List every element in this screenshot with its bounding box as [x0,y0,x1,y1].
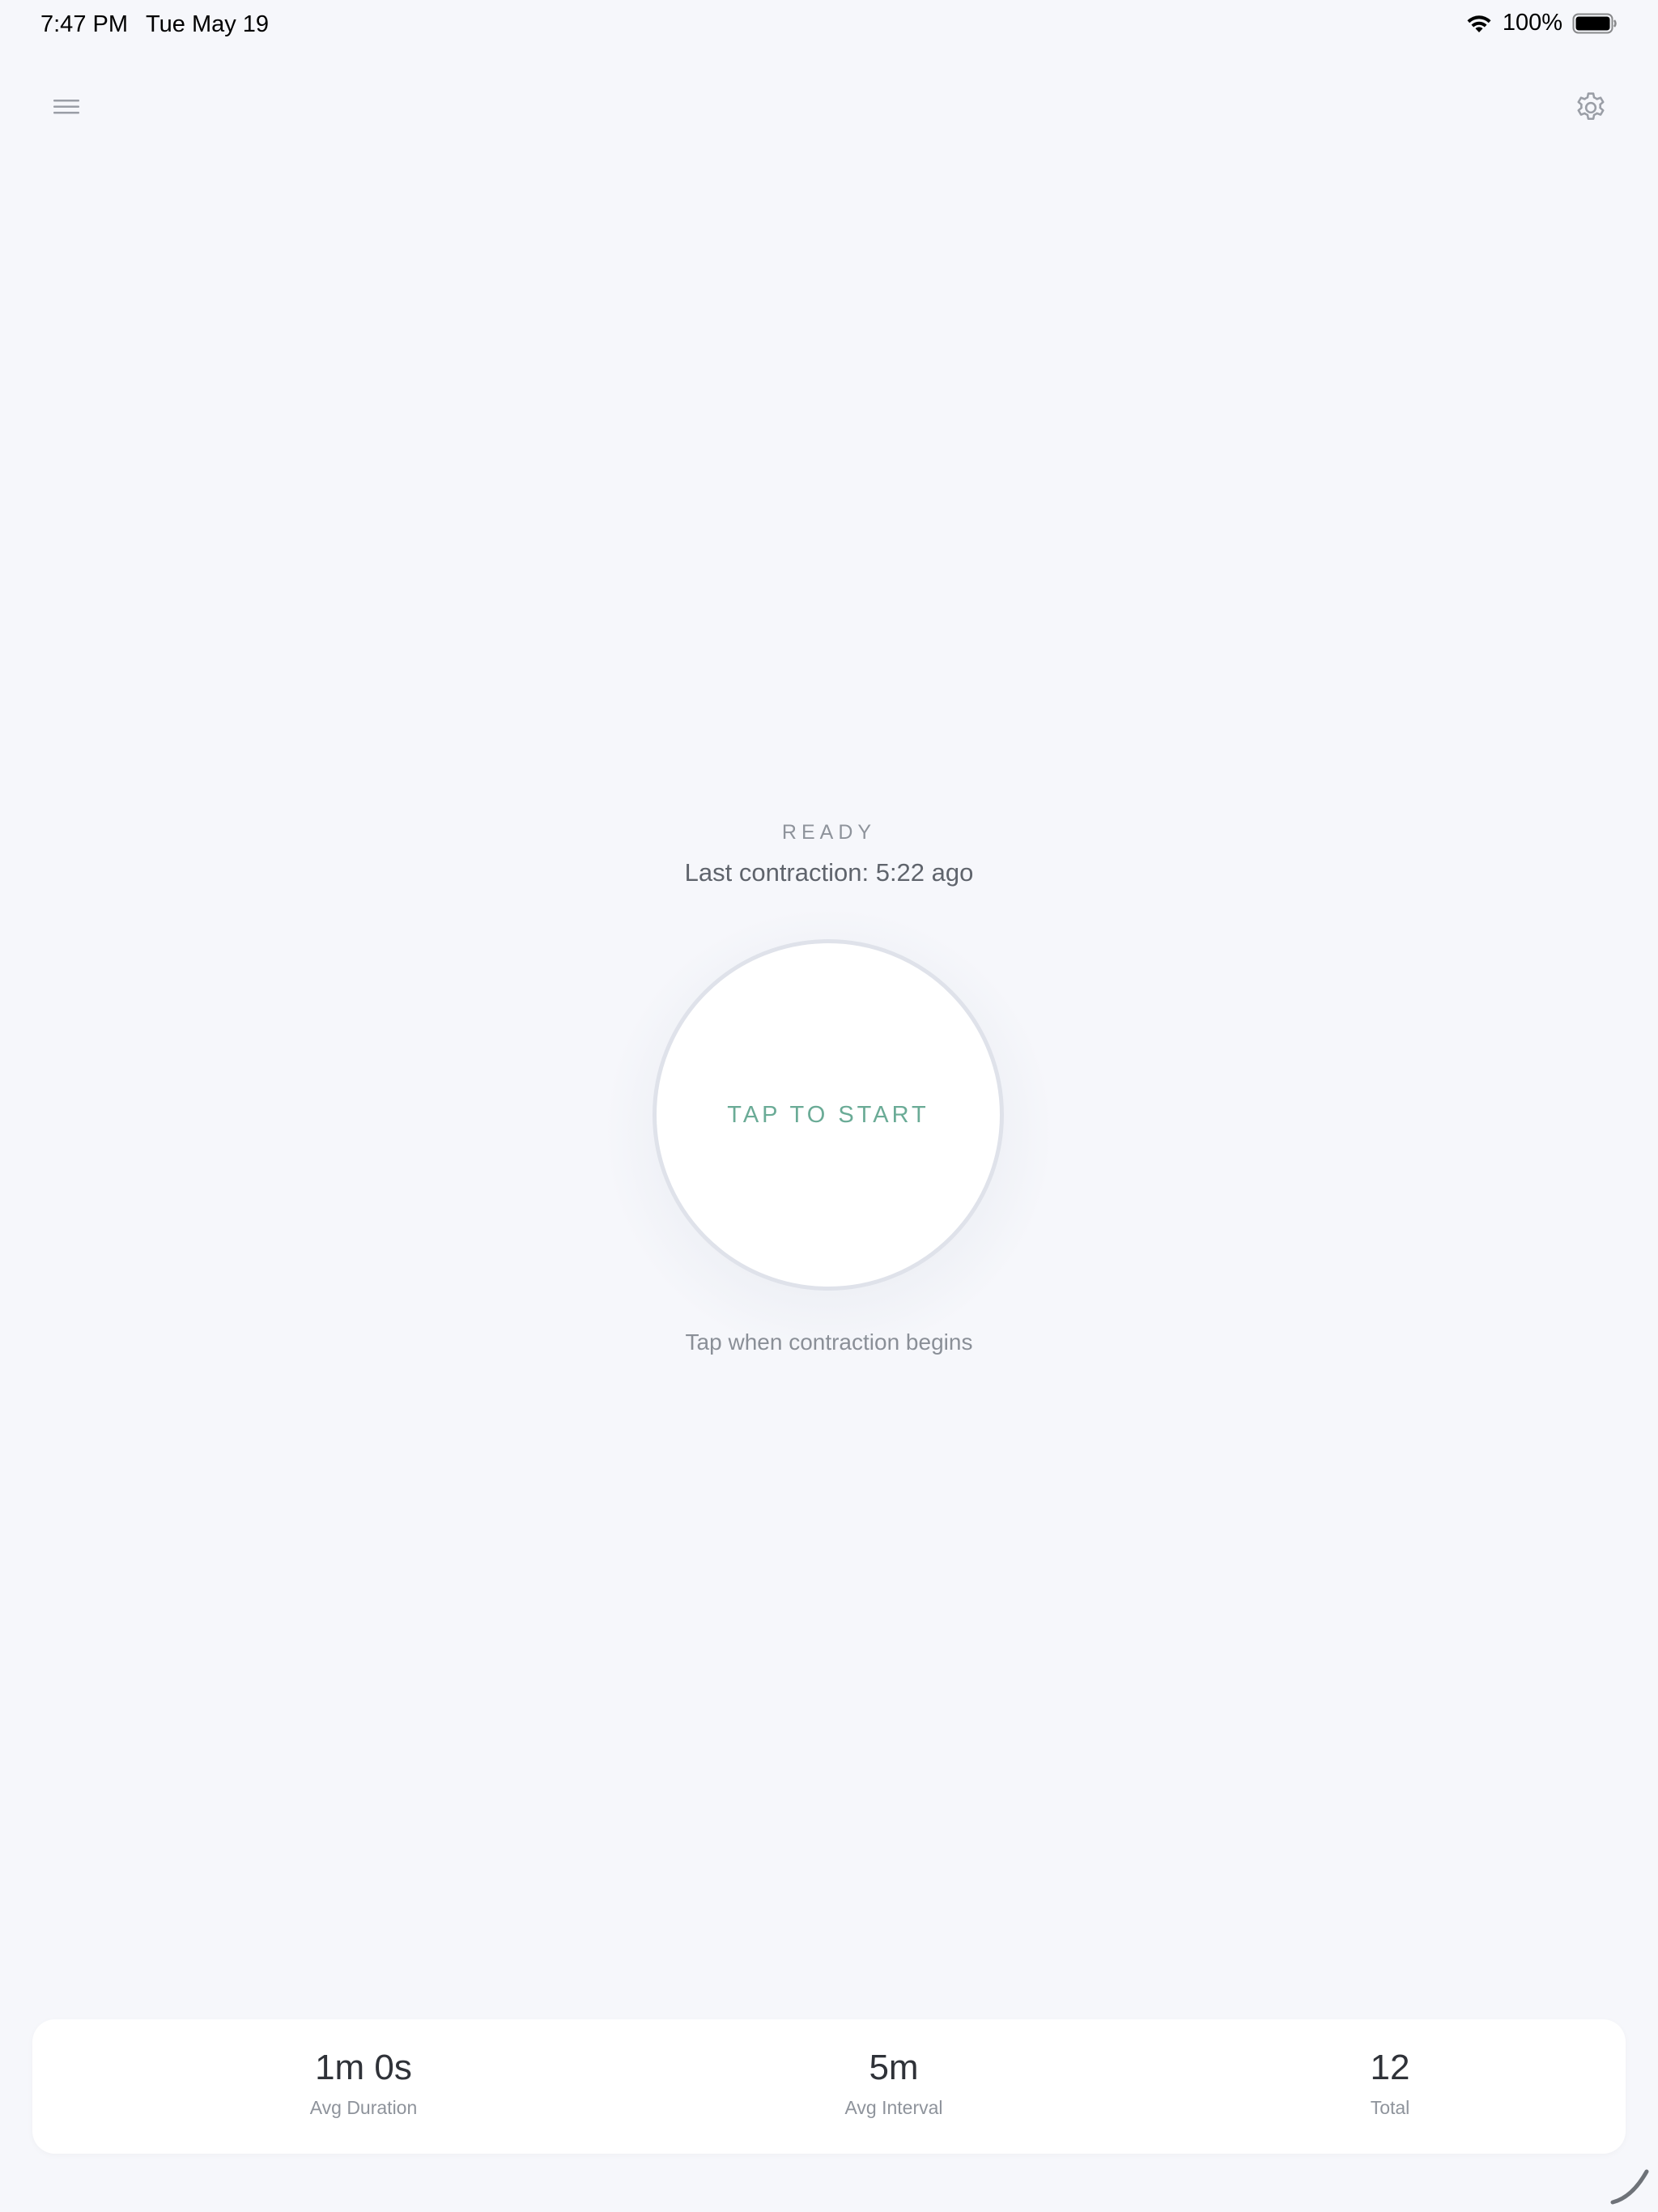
stat-label: Total [1370,2097,1410,2118]
corner-handle-icon [1610,2169,1649,2205]
stat-avg-interval: 5m Avg Interval [748,2050,1039,2119]
status-time: 7:47 PM [40,11,128,37]
stats-card: 1m 0s Avg Duration 5m Avg Interval 12 To… [32,2019,1626,2154]
wifi-icon [1465,13,1493,34]
battery-full-icon [1572,12,1618,35]
hamburger-menu-icon [53,100,79,114]
stat-value: 1m 0s [315,2048,412,2087]
contraction-timer-screen: 7:47 PM Tue May 19 100% READY Last contr… [0,0,1658,2212]
battery-percent: 100% [1502,10,1562,36]
stat-total: 12 Total [1244,2050,1536,2119]
stat-avg-duration: 1m 0s Avg Duration [218,2050,509,2119]
stat-value: 5m [869,2048,919,2087]
last-contraction-text: Last contraction: 5:22 ago [684,858,974,887]
settings-button[interactable] [1571,87,1611,128]
start-button-label: TAP TO START [727,1101,929,1128]
status-date: Tue May 19 [146,11,270,37]
stat-value: 12 [1370,2048,1410,2087]
stat-label: Avg Interval [844,2097,943,2118]
tap-to-start-button[interactable]: TAP TO START [653,939,1004,1291]
status-right: 100% [1465,10,1618,36]
timer-status: READY [781,821,877,844]
gear-icon [1577,92,1605,121]
status-bar: 7:47 PM Tue May 19 100% [0,0,1658,52]
start-hint: Tap when contraction begins [685,1329,973,1355]
stat-label: Avg Duration [309,2097,418,2118]
status-left: 7:47 PM Tue May 19 [40,11,269,38]
menu-button[interactable] [47,91,86,123]
